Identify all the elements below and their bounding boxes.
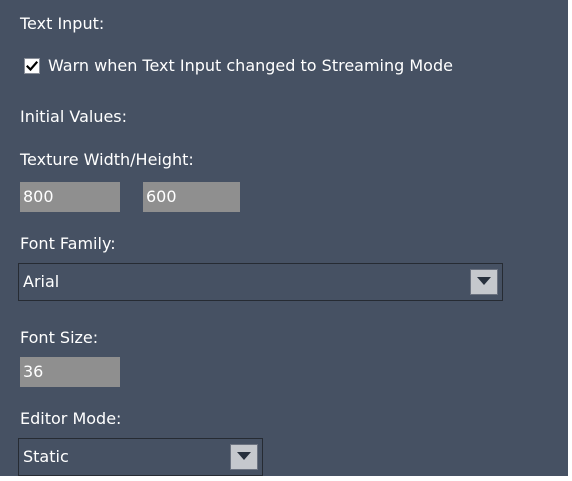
text-input-heading: Text Input: xyxy=(20,14,105,33)
editor-mode-label: Editor Mode: xyxy=(20,409,122,428)
texture-height-input[interactable]: 600 xyxy=(143,182,240,212)
texture-size-label: Texture Width/Height: xyxy=(20,150,194,169)
editor-mode-dropdown-button[interactable] xyxy=(230,444,258,470)
settings-panel: Text Input: Warn when Text Input changed… xyxy=(0,0,568,476)
chevron-down-icon xyxy=(477,277,491,285)
check-icon xyxy=(26,60,38,72)
warn-streaming-checkbox[interactable] xyxy=(24,58,40,74)
font-size-label: Font Size: xyxy=(20,328,99,347)
texture-width-input[interactable]: 800 xyxy=(20,182,120,212)
font-family-value: Arial xyxy=(23,272,60,291)
warn-streaming-label: Warn when Text Input changed to Streamin… xyxy=(48,56,453,75)
font-family-dropdown[interactable]: Arial xyxy=(18,263,503,301)
chevron-down-icon xyxy=(237,452,251,460)
font-family-dropdown-button[interactable] xyxy=(470,269,498,295)
editor-mode-dropdown[interactable]: Static xyxy=(18,438,263,476)
font-family-label: Font Family: xyxy=(20,234,116,253)
editor-mode-value: Static xyxy=(23,447,69,466)
initial-values-heading: Initial Values: xyxy=(20,107,128,126)
font-size-input[interactable]: 36 xyxy=(20,357,120,387)
